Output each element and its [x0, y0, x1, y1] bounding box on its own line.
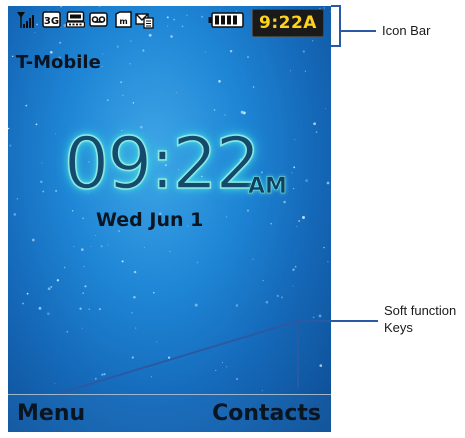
svg-text:3G: 3G — [44, 16, 59, 27]
phone-screen: 3G m 9:22A T-Mobile 09:22 AM Wed Jun 1 M… — [8, 6, 331, 432]
svg-text:m: m — [119, 17, 127, 26]
tty-icon — [66, 11, 85, 28]
icon-bar-bracket — [331, 5, 341, 47]
home-date: Wed Jun 1 — [96, 209, 204, 231]
signal-strength-icon — [17, 12, 34, 28]
home-clock-ampm: AM — [248, 174, 287, 200]
icon-bar-callout: Icon Bar — [382, 23, 431, 38]
voicemail-icon — [89, 12, 108, 27]
battery-icon — [208, 12, 244, 28]
memory-card-icon: m — [115, 11, 132, 28]
icon-bar: 3G m 9:22A — [8, 6, 331, 46]
menu-soft-key[interactable]: Menu — [17, 401, 85, 426]
contacts-soft-key[interactable]: Contacts — [212, 401, 321, 426]
soft-key-divider — [8, 394, 331, 395]
home-clock-time: 09:22 — [63, 122, 261, 205]
3g-icon: 3G — [42, 11, 61, 28]
status-bar-time: 9:22A — [252, 9, 324, 37]
soft-function-keys-callout-line1: Soft function — [384, 303, 457, 318]
soft-function-keys-callout-line2: Keys — [384, 320, 413, 335]
carrier-name: T-Mobile — [16, 52, 101, 73]
new-message-icon — [135, 13, 154, 29]
